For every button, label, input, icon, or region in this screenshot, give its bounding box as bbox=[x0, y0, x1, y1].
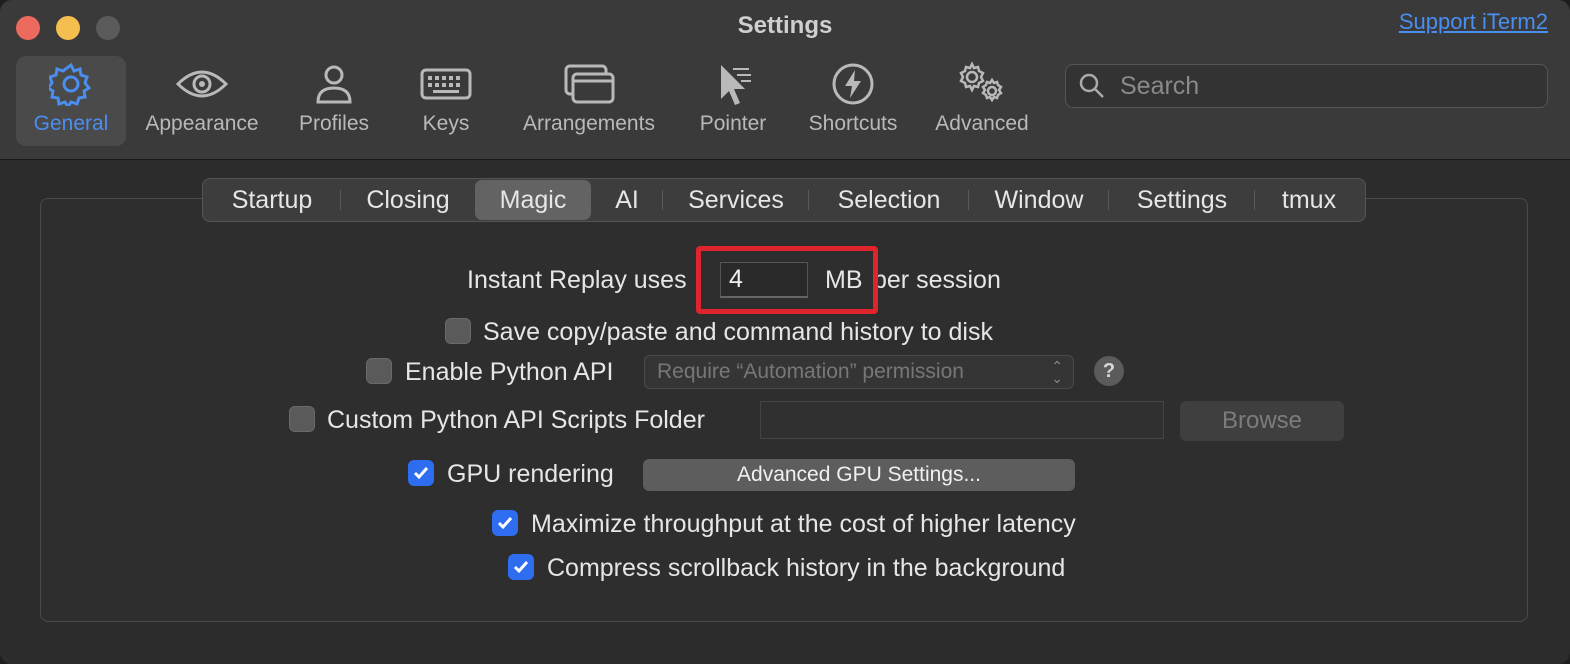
titlebar: Settings Support iTerm2 General Appearan… bbox=[0, 0, 1570, 160]
toolbar-general[interactable]: General bbox=[16, 56, 126, 146]
pointer-icon bbox=[711, 56, 755, 112]
search-icon bbox=[1079, 73, 1104, 98]
settings-window: Settings Support iTerm2 General Appearan… bbox=[0, 0, 1570, 664]
gpu-rendering-label: GPU rendering bbox=[447, 460, 614, 488]
tab-bar: Startup Closing Magic AI Services Select… bbox=[202, 178, 1366, 222]
person-icon bbox=[314, 56, 354, 112]
throughput-checkbox[interactable] bbox=[492, 510, 518, 536]
chevron-updown-icon: ⌃ ⌄ bbox=[1051, 358, 1063, 386]
highlight-box bbox=[696, 246, 878, 314]
toolbar-label: Profiles bbox=[298, 112, 370, 135]
checkmark-icon bbox=[513, 561, 529, 574]
tab-magic[interactable]: Magic bbox=[475, 180, 591, 220]
tab-startup[interactable]: Startup bbox=[203, 180, 341, 220]
toolbar-pointer[interactable]: Pointer bbox=[690, 56, 776, 146]
tab-tmux[interactable]: tmux bbox=[1255, 180, 1363, 220]
toolbar-keys[interactable]: Keys bbox=[406, 56, 486, 146]
support-link[interactable]: Support iTerm2 bbox=[1399, 9, 1548, 35]
tab-closing[interactable]: Closing bbox=[341, 180, 475, 220]
toolbar-label: Advanced bbox=[935, 112, 1029, 135]
gear-icon bbox=[49, 56, 93, 112]
advanced-gpu-settings-button[interactable]: Advanced GPU Settings... bbox=[643, 459, 1075, 491]
instant-replay-label: Instant Replay uses bbox=[467, 266, 687, 294]
gears-icon bbox=[954, 56, 1010, 112]
toolbar-label: Appearance bbox=[145, 112, 259, 135]
tab-window[interactable]: Window bbox=[969, 180, 1109, 220]
toolbar-label: General bbox=[33, 112, 109, 135]
keyboard-icon bbox=[420, 56, 472, 112]
search-input[interactable] bbox=[1120, 71, 1540, 101]
throughput-label: Maximize throughput at the cost of highe… bbox=[531, 510, 1076, 538]
eye-icon bbox=[175, 56, 229, 112]
browse-button[interactable]: Browse bbox=[1180, 401, 1344, 441]
custom-scripts-label: Custom Python API Scripts Folder bbox=[327, 406, 705, 434]
toolbar-label: Keys bbox=[422, 112, 470, 135]
tab-ai[interactable]: AI bbox=[591, 180, 663, 220]
save-history-label: Save copy/paste and command history to d… bbox=[483, 318, 993, 346]
toolbar-profiles[interactable]: Profiles bbox=[288, 56, 380, 146]
permission-value: Require “Automation” permission bbox=[657, 360, 964, 383]
compress-checkbox[interactable] bbox=[508, 554, 534, 580]
custom-scripts-checkbox[interactable] bbox=[289, 406, 315, 432]
instant-replay-suffix: per session bbox=[873, 266, 1001, 294]
toolbar-label: Arrangements bbox=[523, 112, 655, 135]
checkmark-icon bbox=[413, 467, 429, 480]
python-api-permission-select[interactable]: Require “Automation” permission ⌃ ⌄ bbox=[644, 355, 1074, 389]
toolbar-label: Shortcuts bbox=[808, 112, 898, 135]
python-api-checkbox[interactable] bbox=[366, 358, 392, 384]
tab-settings[interactable]: Settings bbox=[1109, 180, 1255, 220]
scripts-folder-field[interactable] bbox=[760, 401, 1164, 439]
toolbar-label: Pointer bbox=[699, 112, 767, 135]
tab-services[interactable]: Services bbox=[663, 180, 809, 220]
compress-label: Compress scrollback history in the backg… bbox=[547, 554, 1066, 582]
python-api-label: Enable Python API bbox=[405, 358, 614, 386]
toolbar-advanced[interactable]: Advanced bbox=[928, 56, 1036, 146]
toolbar-arrangements[interactable]: Arrangements bbox=[512, 56, 666, 146]
toolbar-shortcuts[interactable]: Shortcuts bbox=[800, 56, 906, 146]
checkmark-icon bbox=[497, 517, 513, 530]
bolt-icon bbox=[831, 56, 875, 112]
search-field[interactable] bbox=[1065, 64, 1548, 108]
windows-icon bbox=[563, 56, 615, 112]
tab-selection[interactable]: Selection bbox=[809, 180, 969, 220]
toolbar-appearance[interactable]: Appearance bbox=[138, 56, 266, 146]
gpu-rendering-checkbox[interactable] bbox=[408, 460, 434, 486]
save-history-checkbox[interactable] bbox=[445, 318, 471, 344]
help-button[interactable]: ? bbox=[1094, 356, 1124, 386]
window-title: Settings bbox=[737, 12, 833, 39]
